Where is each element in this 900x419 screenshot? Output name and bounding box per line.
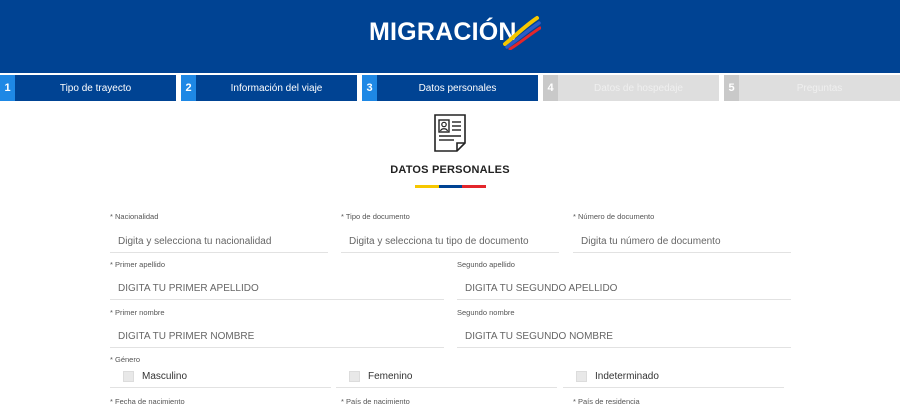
step-number: 2 (181, 75, 196, 101)
step-4[interactable]: 4 Datos de hospedaje (543, 75, 719, 101)
logo-text: MIGRACIÓN (369, 17, 517, 46)
fecha-nacimiento-label: * Fecha de nacimiento (110, 397, 185, 406)
segundo-nombre-label: Segundo nombre (457, 308, 515, 317)
pais-residencia-label: * País de residencia (573, 397, 640, 406)
app-header: MIGRACIÓN (0, 0, 900, 73)
step-number: 5 (724, 75, 739, 101)
numero-documento-label: * Número de documento (573, 212, 655, 221)
personal-document-icon (434, 114, 466, 152)
tipo-documento-input[interactable] (341, 231, 559, 253)
step-number: 1 (0, 75, 15, 101)
step-label: Preguntas (796, 82, 843, 94)
step-5[interactable]: 5 Preguntas (724, 75, 900, 101)
nacionalidad-label: * Nacionalidad (110, 212, 159, 221)
primer-apellido-input[interactable] (110, 278, 444, 300)
flag-divider (415, 185, 487, 188)
segundo-nombre-input[interactable] (457, 326, 791, 348)
genero-option-femenino[interactable]: Femenino (336, 366, 557, 388)
migracion-logo[interactable]: MIGRACIÓN (369, 12, 541, 52)
primer-nombre-label: * Primer nombre (110, 308, 165, 317)
option-label: Indeterminado (595, 371, 659, 382)
primer-nombre-input[interactable] (110, 326, 444, 348)
step-number: 4 (543, 75, 558, 101)
genero-label: * Género (110, 355, 141, 364)
step-label: Datos personales (418, 82, 497, 94)
genero-option-masculino[interactable]: Masculino (110, 366, 331, 388)
segundo-apellido-input[interactable] (457, 278, 791, 300)
genero-option-indeterminado[interactable]: Indeterminado (563, 366, 784, 388)
step-2[interactable]: 2 Información del viaje (181, 75, 357, 101)
pais-nacimiento-label: * País de nacimiento (341, 397, 410, 406)
flag-blue-stripe (438, 185, 463, 188)
step-3[interactable]: 3 Datos personales (362, 75, 538, 101)
step-label: Información del viaje (230, 82, 323, 94)
option-label: Masculino (142, 371, 188, 382)
flag-yellow-stripe (415, 185, 439, 188)
tipo-documento-label: * Tipo de documento (341, 212, 410, 221)
flag-red-stripe (462, 185, 487, 188)
primer-apellido-label: * Primer apellido (110, 260, 166, 269)
checkbox-icon (123, 371, 134, 382)
nacionalidad-input[interactable] (110, 231, 328, 253)
numero-documento-input[interactable] (573, 231, 791, 253)
section-title: DATOS PERSONALES (390, 164, 510, 176)
checkbox-icon (349, 371, 360, 382)
step-label: Datos de hospedaje (594, 82, 683, 94)
segundo-apellido-label: Segundo apellido (457, 260, 515, 269)
option-label: Femenino (368, 371, 413, 382)
step-label: Tipo de trayecto (59, 82, 132, 94)
checkbox-icon (576, 371, 587, 382)
step-1[interactable]: 1 Tipo de trayecto (0, 75, 176, 101)
flag-swoosh-icon (503, 16, 541, 50)
step-number: 3 (362, 75, 377, 101)
progress-steps: 1 Tipo de trayecto 2 Información del via… (0, 75, 900, 101)
